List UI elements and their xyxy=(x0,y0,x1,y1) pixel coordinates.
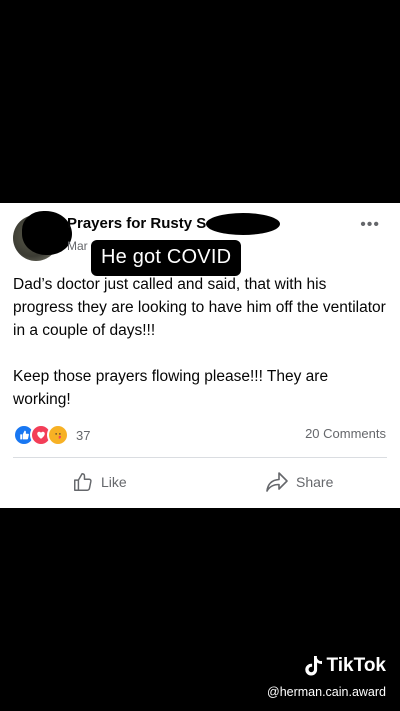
reaction-summary[interactable]: 37 xyxy=(13,424,91,446)
like-button[interactable]: Like xyxy=(72,471,127,493)
comments-count-link[interactable]: 20 Comments xyxy=(305,426,386,441)
post-paragraph: Dad’s doctor just called and said, that … xyxy=(13,276,386,339)
post-body: Dad’s doctor just called and said, that … xyxy=(13,273,388,411)
share-button[interactable]: Share xyxy=(265,471,333,493)
divider xyxy=(13,457,387,458)
overlay-caption: He got COVID xyxy=(91,240,242,276)
share-arrow-icon xyxy=(266,472,288,492)
tiktok-logo-icon xyxy=(304,656,322,676)
post-date[interactable]: Mar xyxy=(67,239,88,253)
tiktok-brand-text: TikTok xyxy=(326,655,386,676)
tiktok-watermark: TikTok xyxy=(304,655,386,677)
creator-handle: @herman.cain.award xyxy=(267,685,386,699)
post-paragraph: Keep those prayers flowing please!!! The… xyxy=(13,368,329,408)
like-button-label: Like xyxy=(101,474,127,490)
redaction-scribble xyxy=(22,211,72,255)
share-button-label: Share xyxy=(296,474,334,490)
page-name[interactable]: Prayers for Rusty S xyxy=(67,215,206,232)
name-redaction-scribble xyxy=(206,213,280,235)
care-reaction-icon xyxy=(47,424,69,446)
facebook-post-card: Prayers for Rusty S Mar He got COVID •••… xyxy=(0,203,400,508)
thumbs-up-icon xyxy=(74,473,92,491)
reaction-count: 37 xyxy=(76,427,91,443)
more-options-icon[interactable]: ••• xyxy=(360,216,380,234)
